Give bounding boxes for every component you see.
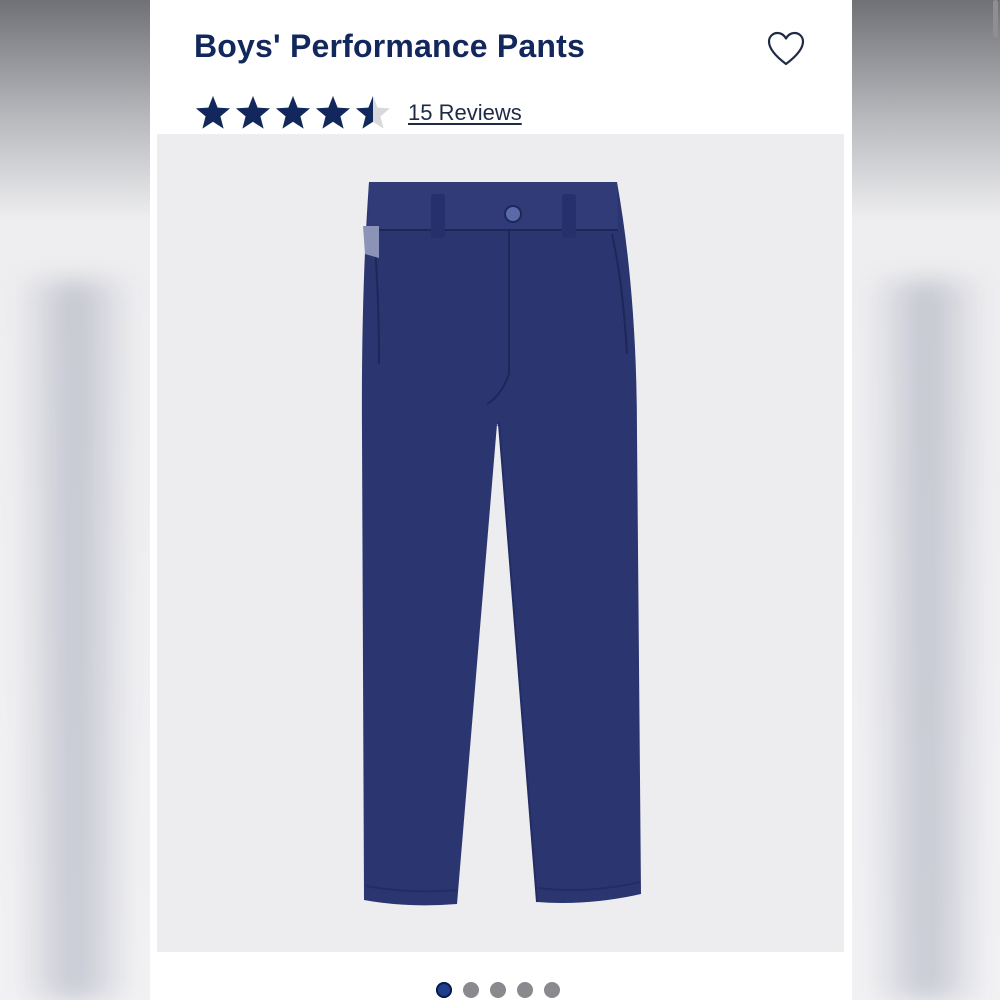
carousel-dot[interactable] — [436, 982, 452, 998]
product-image[interactable] — [157, 134, 844, 952]
star-icon — [276, 96, 310, 129]
carousel-dot[interactable] — [544, 982, 560, 998]
rating-row: 15 Reviews — [194, 93, 522, 133]
carousel-dot[interactable] — [517, 982, 533, 998]
star-icon — [316, 96, 350, 129]
product-title: Boys' Performance Pants — [194, 28, 586, 64]
product-panel: Boys' Performance Pants 15 Reviews — [150, 0, 998, 1000]
reviews-link[interactable]: 15 Reviews — [408, 100, 522, 126]
star-rating — [194, 94, 394, 132]
pants-image — [361, 182, 641, 906]
star-icon — [196, 96, 230, 129]
background-blur — [867, 280, 987, 1000]
heart-outline-icon — [767, 31, 805, 66]
favorite-button[interactable] — [766, 30, 806, 68]
background-right — [852, 0, 1000, 1000]
scrollbar[interactable] — [993, 0, 998, 38]
background-blur — [15, 280, 135, 1000]
carousel-dot[interactable] — [463, 982, 479, 998]
carousel-dot[interactable] — [490, 982, 506, 998]
background-left — [0, 0, 150, 1000]
carousel-dots — [436, 982, 571, 998]
star-icon — [356, 96, 390, 129]
star-icon — [236, 96, 270, 129]
